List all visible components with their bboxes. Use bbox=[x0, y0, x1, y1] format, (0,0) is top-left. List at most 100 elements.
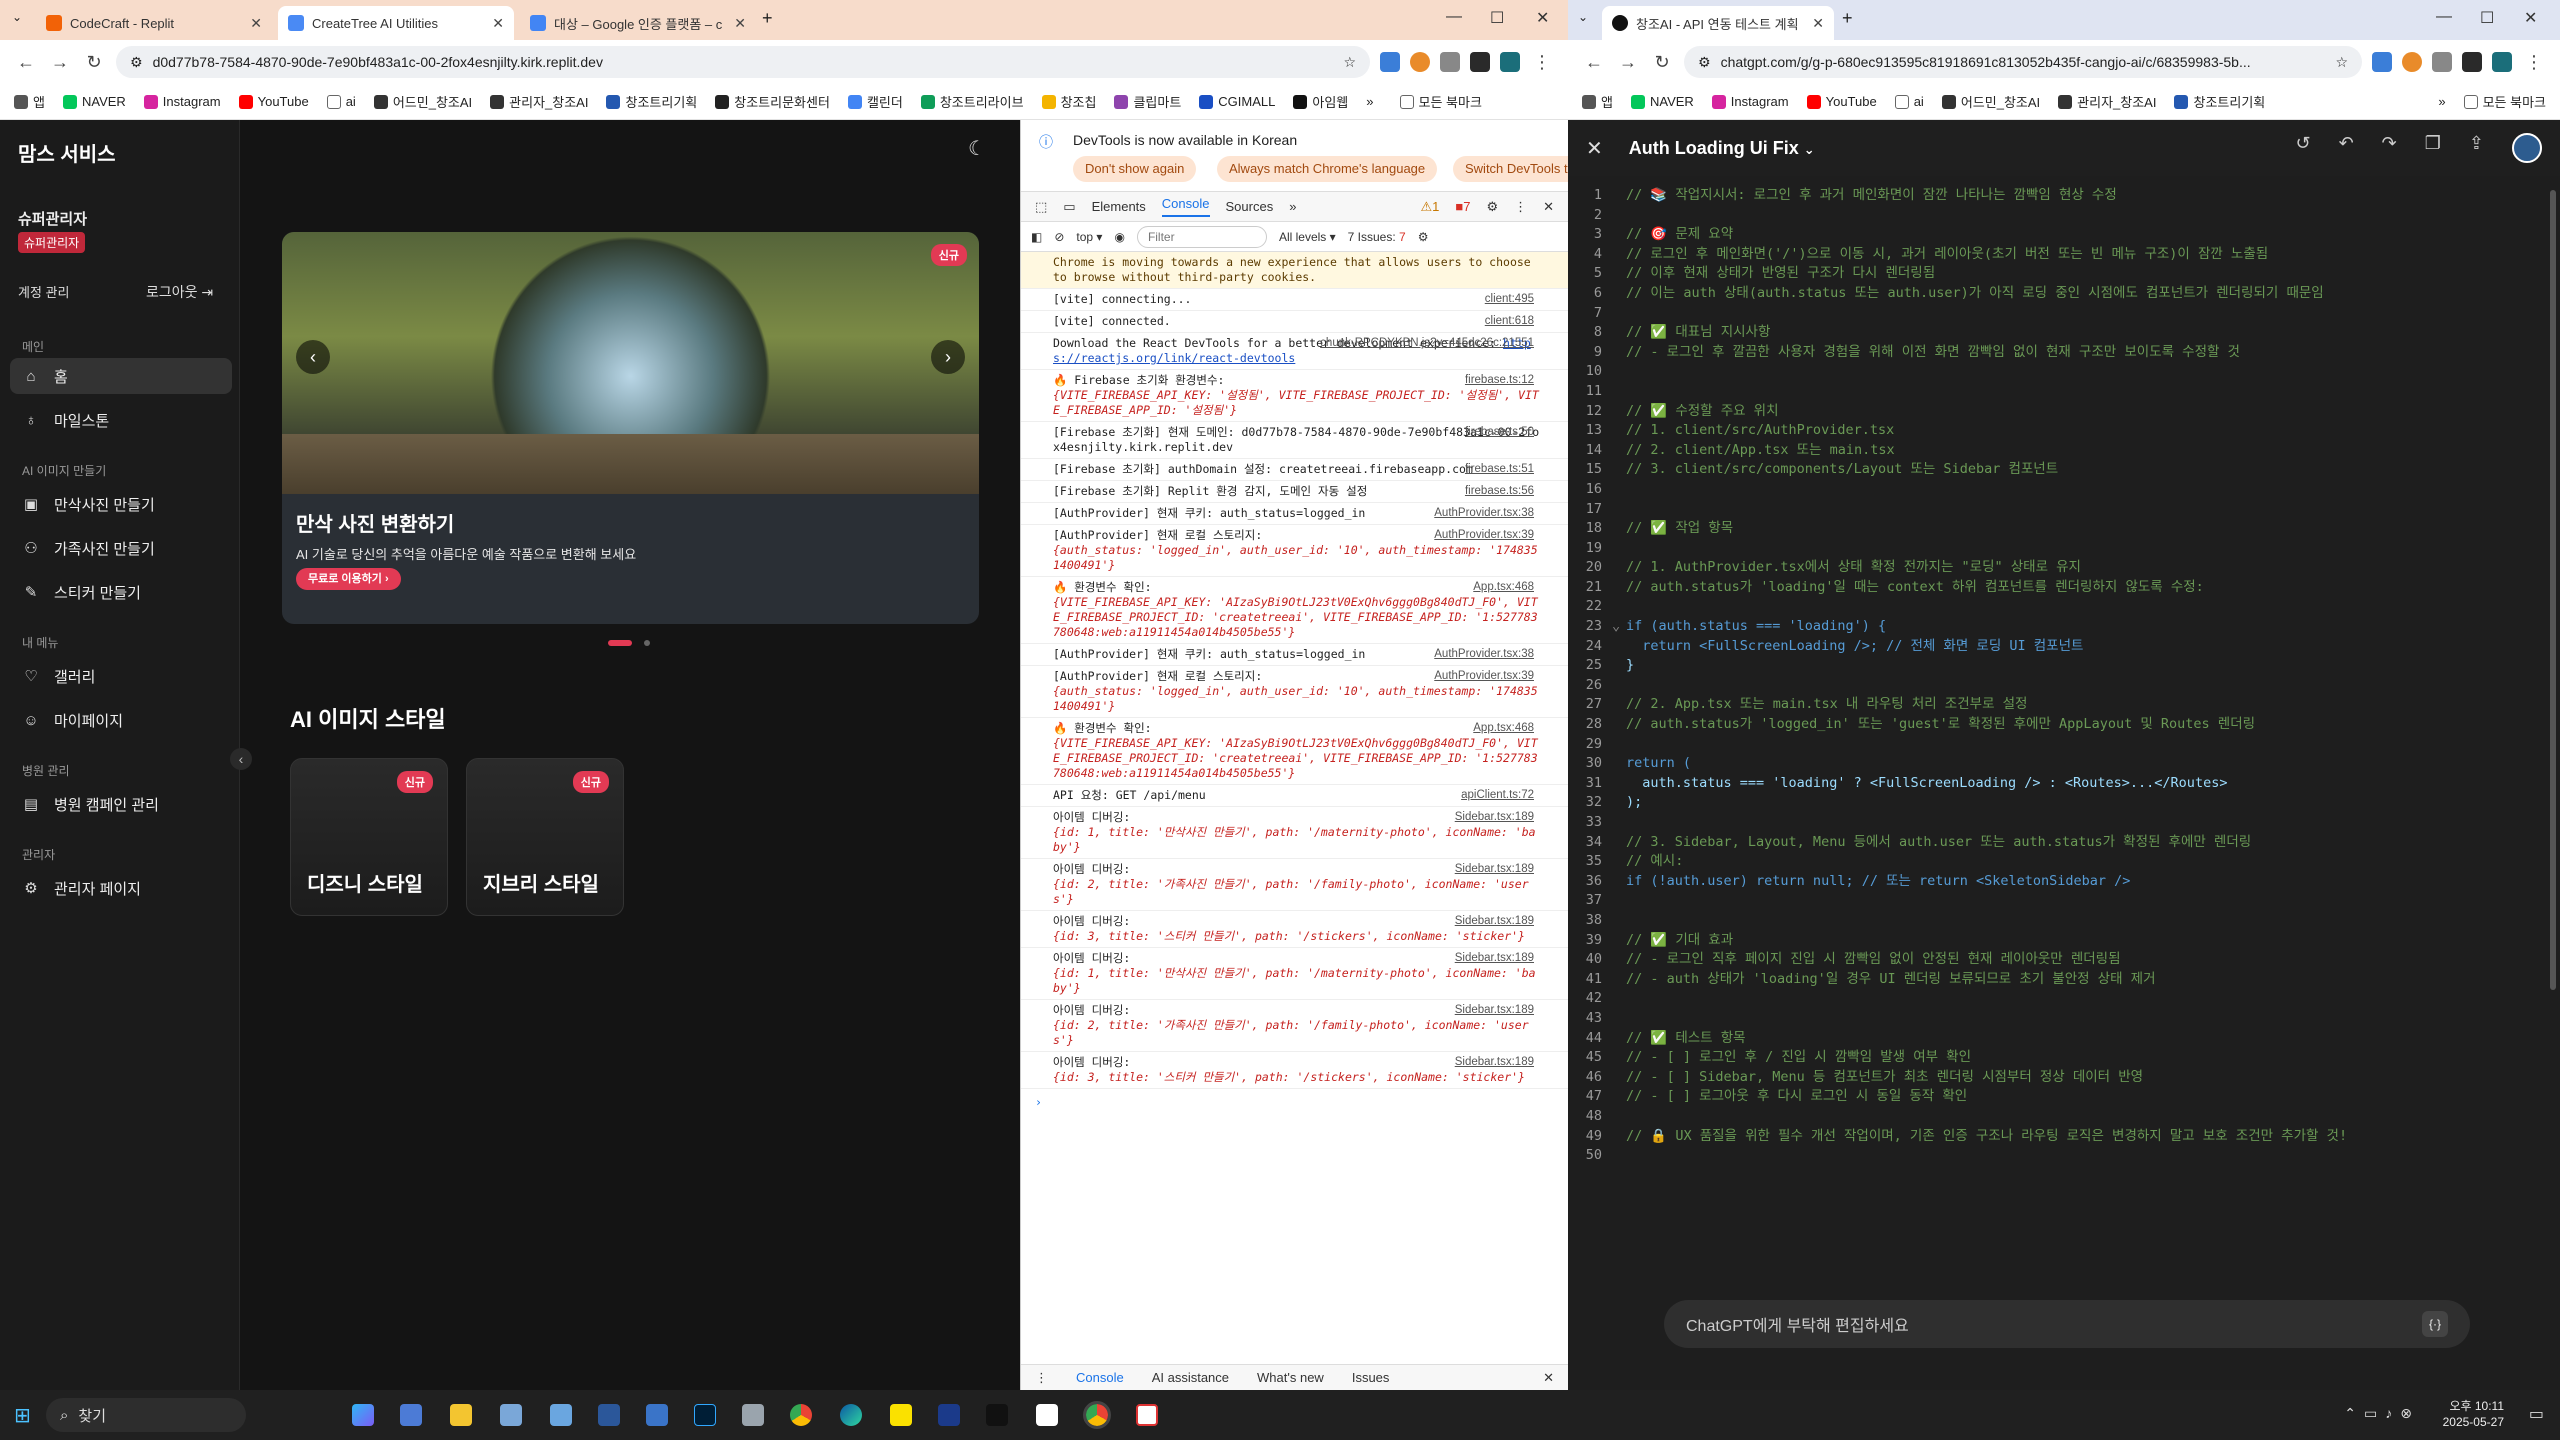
more-icon[interactable]: ⋮ bbox=[1514, 199, 1527, 215]
carousel-prev-button[interactable]: ‹ bbox=[296, 340, 330, 374]
message-object[interactable]: {id: 2, title: '가족사진 만들기', path: '/famil… bbox=[1053, 1018, 1540, 1048]
history-icon[interactable]: ↺ bbox=[2295, 133, 2310, 163]
camera-icon[interactable] bbox=[742, 1404, 764, 1426]
site-info-icon[interactable]: ⚙ bbox=[1698, 54, 1711, 71]
terminal-icon[interactable] bbox=[938, 1404, 960, 1426]
app-icon[interactable] bbox=[550, 1404, 572, 1426]
device-icon[interactable]: ▭ bbox=[1063, 199, 1075, 215]
sidebar-item-family[interactable]: ⚇ 가족사진 만들기 bbox=[10, 530, 232, 566]
fold-gutter[interactable]: ⌄ bbox=[1612, 617, 1626, 637]
url-field[interactable]: ⚙ d0d77b78-7584-4870-90de-7e90bf483a1c-0… bbox=[116, 46, 1370, 78]
close-canvas-icon[interactable]: ✕ bbox=[1586, 136, 1603, 161]
message-object[interactable]: {VITE_FIREBASE_API_KEY: '설정됨', VITE_FIRE… bbox=[1053, 388, 1540, 418]
forward-icon[interactable]: → bbox=[1616, 52, 1640, 73]
context-selector[interactable]: top ▾ bbox=[1076, 230, 1102, 244]
message-object[interactable]: {id: 2, title: '가족사진 만들기', path: '/famil… bbox=[1053, 877, 1540, 907]
back-icon[interactable]: ← bbox=[14, 52, 38, 73]
photoshop-icon[interactable] bbox=[694, 1404, 716, 1426]
profile-icon[interactable] bbox=[2492, 52, 2512, 72]
all-bookmarks[interactable]: 모든 북마크 bbox=[1399, 92, 1482, 111]
message-source-link[interactable]: firebase.ts:56 bbox=[1465, 484, 1534, 499]
tab-search-icon[interactable]: ⌄ bbox=[12, 10, 22, 24]
filter-input[interactable]: Filter bbox=[1136, 225, 1267, 248]
close-tab-icon[interactable]: ✕ bbox=[1812, 15, 1824, 32]
tab-chatgpt[interactable]: 창조AI - API 연동 테스트 계획 ✕ bbox=[1602, 6, 1834, 40]
sidebar-item-adminpage[interactable]: ⚙ 관리자 페이지 bbox=[10, 870, 232, 906]
bookmark-ai[interactable]: ai bbox=[326, 94, 356, 109]
bookmark-chip[interactable]: 창조칩 bbox=[1041, 92, 1096, 111]
carousel-dot-active[interactable] bbox=[608, 640, 632, 646]
switch-language-button[interactable]: Switch DevTools t bbox=[1453, 156, 1568, 182]
dont-show-again-button[interactable]: Don't show again bbox=[1073, 156, 1197, 182]
bookmark-imweb[interactable]: 아임웹 bbox=[1293, 92, 1348, 111]
message-source-link[interactable]: AuthProvider.tsx:38 bbox=[1434, 506, 1534, 521]
site-info-icon[interactable]: ⚙ bbox=[130, 54, 143, 71]
sidebar-icon[interactable] bbox=[1470, 52, 1490, 72]
sidebar-item-mypage[interactable]: ☺ 마이페이지 bbox=[10, 702, 232, 738]
profile-icon[interactable] bbox=[1500, 52, 1520, 72]
windows-start-icon[interactable]: ⊞ bbox=[14, 1403, 31, 1428]
all-bookmarks[interactable]: 모든 북마크 bbox=[2463, 92, 2546, 111]
star-icon[interactable]: ☆ bbox=[2335, 54, 2348, 71]
message-source-link[interactable]: App.tsx:468 bbox=[1473, 580, 1534, 595]
drawer-menu-icon[interactable]: ⋮ bbox=[1035, 1370, 1048, 1386]
levels-dropdown[interactable]: All levels ▾ bbox=[1279, 230, 1336, 244]
carousel-dot[interactable] bbox=[644, 640, 650, 646]
issue-count[interactable]: ■7 bbox=[1455, 199, 1470, 214]
maximize-button[interactable]: ☐ bbox=[2480, 8, 2494, 28]
close-window-button[interactable]: ✕ bbox=[2524, 8, 2537, 28]
bookmark-apps[interactable]: 앱 bbox=[1582, 92, 1613, 111]
star-icon[interactable]: ☆ bbox=[1343, 54, 1356, 71]
console-prompt[interactable]: › bbox=[1021, 1089, 1568, 1116]
minimize-button[interactable]: — bbox=[1446, 8, 1462, 26]
message-source-link[interactable]: firebase.ts:51 bbox=[1465, 462, 1534, 477]
message-source-link[interactable]: AuthProvider.tsx:39 bbox=[1434, 528, 1534, 543]
message-source-link[interactable]: Sidebar.tsx:189 bbox=[1455, 914, 1534, 929]
style-card-disney[interactable]: 신규 디즈니 스타일 bbox=[290, 758, 448, 916]
tab-createtree[interactable]: CreateTree AI Utilities ✕ bbox=[278, 6, 514, 40]
reload-icon[interactable]: ↻ bbox=[82, 52, 106, 73]
bookmark-youtube[interactable]: YouTube bbox=[1806, 94, 1877, 109]
sidebar-item-gallery[interactable]: ♡ 갤러리 bbox=[10, 658, 232, 694]
puzzle-icon[interactable] bbox=[1440, 52, 1460, 72]
close-tab-icon[interactable]: ✕ bbox=[250, 15, 262, 32]
message-source-link[interactable]: chunk-RPCDYKBN.js?v=445dc26c:21551 bbox=[1320, 336, 1534, 351]
bookmark-manager[interactable]: 관리자_창조AI bbox=[2058, 92, 2156, 111]
sidebar-toggle-icon[interactable]: ◧ bbox=[1031, 230, 1042, 244]
sidebar-item-milestone[interactable]: ♁ 마일스톤 bbox=[10, 402, 232, 438]
bookmark-naver[interactable]: NAVER bbox=[62, 94, 126, 109]
message-object[interactable]: {auth_status: 'logged_in', auth_user_id:… bbox=[1053, 543, 1540, 573]
message-source-link[interactable]: firebase.ts:12 bbox=[1465, 373, 1534, 388]
message-object[interactable]: {id: 1, title: '만삭사진 만들기', path: '/mater… bbox=[1053, 825, 1540, 855]
message-source-link[interactable]: client:618 bbox=[1485, 314, 1534, 329]
extension-icon[interactable] bbox=[2402, 52, 2422, 72]
reload-icon[interactable]: ↻ bbox=[1650, 52, 1674, 73]
carousel-next-button[interactable]: › bbox=[931, 340, 965, 374]
notification-icon[interactable]: ▭ bbox=[2529, 1404, 2544, 1424]
minimize-button[interactable]: — bbox=[2436, 8, 2452, 26]
tab-sources[interactable]: Sources bbox=[1226, 199, 1274, 214]
bookmark-instagram[interactable]: Instagram bbox=[143, 94, 221, 109]
tab-console[interactable]: Console bbox=[1161, 196, 1210, 217]
message-object[interactable]: {auth_status: 'logged_in', auth_user_id:… bbox=[1053, 684, 1540, 714]
copy-icon[interactable]: ❐ bbox=[2425, 133, 2441, 163]
bookmark-manager[interactable]: 관리자_창조AI bbox=[490, 92, 588, 111]
copilot-icon[interactable] bbox=[352, 1404, 374, 1426]
message-source-link[interactable]: apiClient.ts:72 bbox=[1461, 788, 1534, 803]
drawer-tab-ai[interactable]: AI assistance bbox=[1152, 1370, 1229, 1385]
inspect-icon[interactable]: ⬚ bbox=[1035, 199, 1047, 215]
message-source-link[interactable]: Sidebar.tsx:189 bbox=[1455, 1055, 1534, 1070]
issues-button[interactable]: 7 Issues: 7 bbox=[1348, 230, 1406, 244]
taskbar-search[interactable]: ⌕ 찾기 bbox=[46, 1398, 246, 1432]
new-tab-button[interactable]: + bbox=[1842, 8, 1853, 29]
sidebar-item-maternity[interactable]: ▣ 만삭사진 만들기 bbox=[10, 486, 232, 522]
bookmark-admin[interactable]: 어드민_창조AI bbox=[1941, 92, 2040, 111]
bookmarks-overflow-icon[interactable]: » bbox=[1366, 94, 1373, 109]
bookmark-admin[interactable]: 어드민_창조AI bbox=[373, 92, 472, 111]
chrome-active-icon[interactable] bbox=[1083, 1401, 1111, 1429]
message-object[interactable]: {VITE_FIREBASE_API_KEY: 'AIzaSyBi9OtLJ23… bbox=[1053, 736, 1540, 781]
close-tab-icon[interactable]: ✕ bbox=[734, 15, 746, 32]
close-tab-icon[interactable]: ✕ bbox=[492, 15, 504, 32]
notion-icon[interactable] bbox=[1036, 1404, 1058, 1426]
drawer-tab-issues[interactable]: Issues bbox=[1352, 1370, 1390, 1385]
